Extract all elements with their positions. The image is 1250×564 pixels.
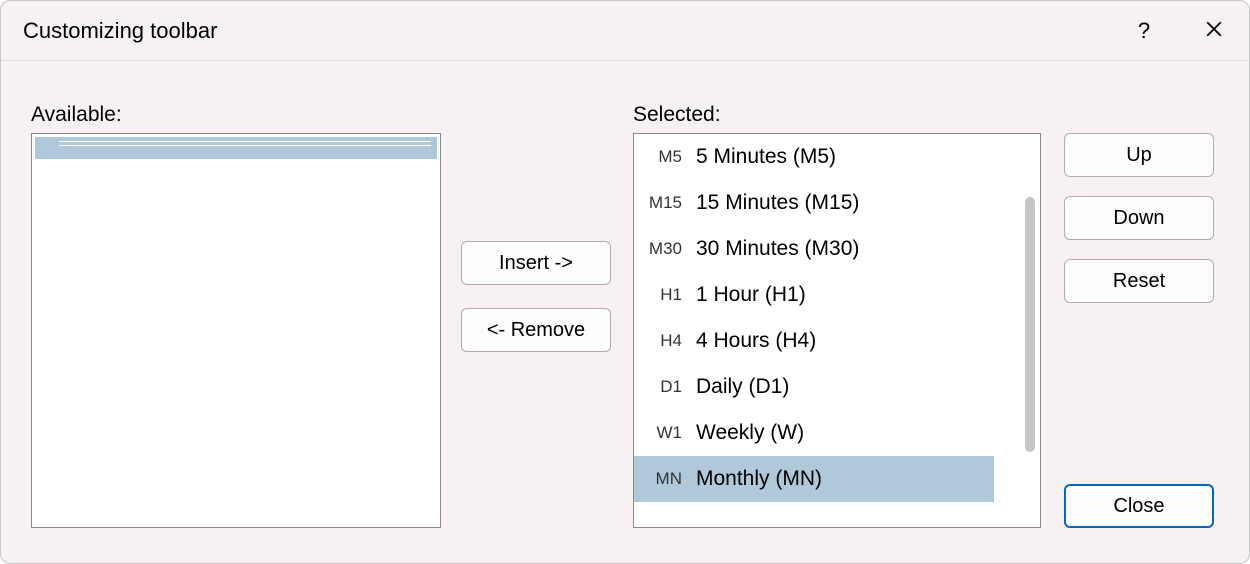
timeframe-code: H1 bbox=[634, 285, 686, 305]
timeframe-label: Weekly (W) bbox=[686, 421, 804, 445]
selected-list[interactable]: M55 Minutes (M5)M1515 Minutes (M15)M3030… bbox=[633, 133, 1041, 528]
up-button[interactable]: Up bbox=[1064, 133, 1214, 177]
list-item[interactable]: H11 Hour (H1) bbox=[634, 272, 1040, 318]
timeframe-code: M30 bbox=[634, 239, 686, 259]
remove-button[interactable]: <- Remove bbox=[461, 308, 611, 352]
timeframe-label: Monthly (MN) bbox=[686, 467, 822, 491]
dialog-body: Available: Selected: M55 Minutes (M5)M15… bbox=[1, 61, 1249, 563]
down-button[interactable]: Down bbox=[1064, 196, 1214, 240]
timeframe-code: D1 bbox=[634, 377, 686, 397]
reset-button[interactable]: Reset bbox=[1064, 259, 1214, 303]
timeframe-label: 1 Hour (H1) bbox=[686, 283, 806, 307]
timeframe-code: M15 bbox=[634, 193, 686, 213]
close-window-button[interactable] bbox=[1179, 1, 1249, 61]
timeframe-code: MN bbox=[634, 469, 686, 489]
timeframe-label: 15 Minutes (M15) bbox=[686, 191, 859, 215]
list-item[interactable]: D1Daily (D1) bbox=[634, 364, 1040, 410]
selected-label: Selected: bbox=[633, 103, 721, 127]
help-icon: ? bbox=[1138, 18, 1150, 44]
dialog-title: Customizing toolbar bbox=[23, 18, 1109, 44]
timeframe-label: 30 Minutes (M30) bbox=[686, 237, 859, 261]
help-button[interactable]: ? bbox=[1109, 1, 1179, 61]
customize-toolbar-dialog: Customizing toolbar ? Available: Selecte… bbox=[0, 0, 1250, 564]
close-icon bbox=[1205, 18, 1223, 44]
list-item[interactable]: MNMonthly (MN) bbox=[634, 456, 994, 502]
insert-button[interactable]: Insert -> bbox=[461, 241, 611, 285]
timeframe-code: H4 bbox=[634, 331, 686, 351]
timeframe-code: M5 bbox=[634, 147, 686, 167]
timeframe-label: Daily (D1) bbox=[686, 375, 789, 399]
list-item[interactable]: W1Weekly (W) bbox=[634, 410, 1040, 456]
list-item[interactable]: M55 Minutes (M5) bbox=[634, 134, 1040, 180]
list-item[interactable]: H44 Hours (H4) bbox=[634, 318, 1040, 364]
selected-scrollbar[interactable] bbox=[1023, 137, 1037, 524]
available-label: Available: bbox=[31, 103, 122, 127]
list-item[interactable]: M3030 Minutes (M30) bbox=[634, 226, 1040, 272]
list-item[interactable]: M1515 Minutes (M15) bbox=[634, 180, 1040, 226]
scrollbar-thumb[interactable] bbox=[1025, 197, 1035, 452]
timeframe-label: 5 Minutes (M5) bbox=[686, 145, 836, 169]
available-selected-placeholder[interactable] bbox=[34, 136, 438, 160]
close-button[interactable]: Close bbox=[1064, 484, 1214, 528]
timeframe-label: 4 Hours (H4) bbox=[686, 329, 816, 353]
titlebar: Customizing toolbar ? bbox=[1, 1, 1249, 61]
available-list[interactable] bbox=[31, 133, 441, 528]
timeframe-code: W1 bbox=[634, 423, 686, 443]
